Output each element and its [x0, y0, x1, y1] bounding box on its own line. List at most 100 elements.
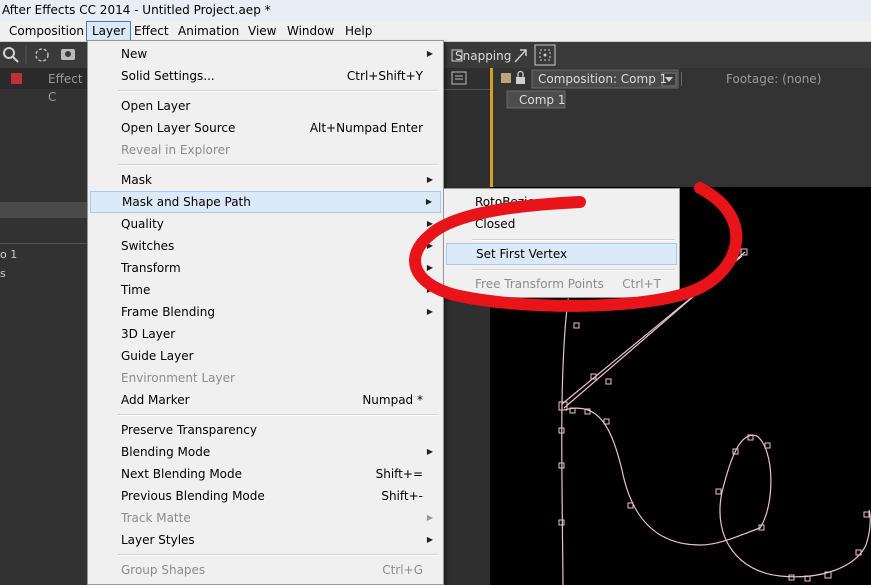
menu-item-add-marker[interactable]: Add Marker Numpad * [90, 389, 441, 411]
submenu-arrow-icon: ▶ [426, 535, 433, 544]
menu-item-label: 3D Layer [121, 327, 176, 341]
menu-item-guide-layer[interactable]: Guide Layer [90, 345, 441, 367]
menu-bar: Composition Layer Effect Animation View … [0, 21, 871, 42]
menu-layer[interactable]: Layer [86, 21, 132, 41]
menu-item-label: Next Blending Mode [121, 467, 243, 481]
snap-target-icon[interactable] [534, 44, 556, 66]
layer-menu: New ▶ Solid Settings... Ctrl+Shift+Y Open La… [87, 40, 444, 585]
submenu-arrow-icon: ▶ [426, 49, 433, 58]
mask-shape-path-submenu: RotoBezier Closed Set First Vertex Free Tra… [443, 188, 680, 298]
submenu-item-set-first-vertex[interactable]: Set First Vertex [446, 243, 677, 265]
menu-item-open-layer-source[interactable]: Open Layer Source Alt+Numpad Enter [90, 117, 441, 139]
menu-item-label: New [121, 47, 148, 61]
submenu-item-closed[interactable]: Closed [446, 213, 677, 235]
submenu-arrow-icon: ▶ [426, 513, 433, 522]
menu-item-time[interactable]: Time ▶ [90, 279, 441, 301]
lock-icon[interactable] [516, 70, 525, 85]
menu-item-environment-layer[interactable]: Environment Layer [90, 367, 441, 389]
search-tool-icon[interactable] [3, 47, 19, 63]
menu-item-shortcut: Shift+- [381, 489, 423, 503]
menu-item-label: Environment Layer [121, 371, 235, 385]
submenu-arrow-icon: ▶ [426, 241, 433, 250]
menu-item-label: Group Shapes [121, 563, 206, 577]
menu-animation[interactable]: Animation [173, 21, 244, 41]
menu-item-shortcut: Ctrl+G [382, 563, 423, 577]
menu-item-blending-mode[interactable]: Blending Mode ▶ [90, 441, 441, 463]
menu-item-track-matte[interactable]: Track Matte ▶ [90, 507, 441, 529]
footage-tab[interactable]: Footage: (none) [726, 70, 821, 88]
menu-item-shortcut: Alt+Numpad Enter [309, 121, 423, 135]
snap-feather-icon[interactable] [514, 49, 527, 63]
snapping-label: Snapping [455, 49, 511, 63]
menu-item-3d-layer[interactable]: 3D Layer [90, 323, 441, 345]
menu-item-next-blending-mode[interactable]: Next Blending Mode Shift+= [90, 463, 441, 485]
menu-effect[interactable]: Effect [129, 21, 174, 41]
menu-item-previous-blending-mode[interactable]: Previous Blending Mode Shift+- [90, 485, 441, 507]
submenu-item-label: Closed [475, 217, 516, 231]
menu-item-shortcut: Shift+= [375, 467, 423, 481]
submenu-item-free-transform-points[interactable]: Free Transform Points Ctrl+T [446, 273, 677, 295]
menu-help[interactable]: Help [340, 21, 377, 41]
effect-controls-panel: Effect C o 1 s [0, 68, 88, 585]
layer-item-label-2: s [0, 267, 6, 280]
submenu-item-label: Free Transform Points [475, 277, 604, 291]
menu-item-mask-and-shape-path[interactable]: Mask and Shape Path ▶ [90, 191, 441, 213]
submenu-arrow-icon: ▶ [426, 285, 433, 294]
submenu-arrow-icon: ▶ [425, 197, 432, 206]
menu-item-frame-blending[interactable]: Frame Blending ▶ [90, 301, 441, 323]
menu-item-label: Layer Styles [121, 533, 195, 547]
layer-item-label: o 1 [0, 248, 18, 261]
submenu-item-label: Set First Vertex [476, 247, 568, 261]
submenu-item-rotobezier[interactable]: RotoBezier [446, 191, 677, 213]
submenu-item-label: RotoBezier [475, 195, 540, 209]
menu-item-label: Add Marker [121, 393, 190, 407]
effect-controls-tab[interactable]: Effect C [48, 70, 88, 106]
menu-composition[interactable]: Composition [4, 21, 89, 41]
menu-item-label: Previous Blending Mode [121, 489, 265, 503]
menu-item-label: Frame Blending [121, 305, 215, 319]
menu-item-solid-settings[interactable]: Solid Settings... Ctrl+Shift+Y [90, 65, 441, 87]
menu-separator [118, 414, 439, 416]
menu-item-quality[interactable]: Quality ▶ [90, 213, 441, 235]
menu-item-reveal-in-explorer[interactable]: Reveal in Explorer [90, 139, 441, 161]
menu-item-group-shapes[interactable]: Group Shapes Ctrl+G [90, 559, 441, 581]
menu-item-shortcut: Numpad * [362, 393, 423, 407]
menu-item-preserve-transparency[interactable]: Preserve Transparency [90, 419, 441, 441]
menu-item-open-layer[interactable]: Open Layer [90, 95, 441, 117]
menu-separator [472, 269, 675, 271]
menu-item-label: Quality [121, 217, 164, 231]
window-title: After Effects CC 2014 - Untitled Project… [2, 3, 271, 17]
active-panel-highlight [490, 68, 493, 187]
menu-item-label: Open Layer Source [121, 121, 236, 135]
menu-view[interactable]: View [243, 21, 281, 41]
menu-item-label: Mask and Shape Path [122, 195, 251, 209]
menu-item-label: Blending Mode [121, 445, 211, 459]
panel-gutter [444, 68, 490, 585]
panel-divider [0, 202, 88, 218]
rotate-tool-icon[interactable] [35, 48, 49, 62]
menu-item-mask[interactable]: Mask ▶ [90, 169, 441, 191]
menu-item-transform[interactable]: Transform ▶ [90, 257, 441, 279]
comp-color-label [501, 73, 511, 83]
composition-tab[interactable]: Composition: Comp 1 [538, 70, 667, 88]
menu-item-switches[interactable]: Switches ▶ [90, 235, 441, 257]
menu-separator [118, 554, 439, 556]
menu-item-label: Switches [121, 239, 175, 253]
menu-separator [118, 164, 439, 166]
panel-menu-icon[interactable] [451, 71, 467, 85]
comp-breadcrumb[interactable]: Comp 1 [519, 91, 565, 109]
menu-item-shortcut: Ctrl+Shift+Y [346, 69, 423, 83]
menu-separator [472, 239, 675, 241]
menu-item-label: Track Matte [121, 511, 191, 525]
camera-tool-icon[interactable] [61, 49, 75, 60]
panel-color-label [11, 73, 22, 84]
menu-window[interactable]: Window [282, 21, 339, 41]
submenu-arrow-icon: ▶ [426, 447, 433, 456]
menu-item-label: Solid Settings... [121, 69, 215, 83]
menu-item-label: Open Layer [121, 99, 191, 113]
menu-item-layer-styles[interactable]: Layer Styles ▶ [90, 529, 441, 551]
submenu-arrow-icon: ▶ [426, 263, 433, 272]
menu-item-label: Reveal in Explorer [121, 143, 230, 157]
menu-item-new[interactable]: New ▶ [90, 43, 441, 65]
menu-item-label: Preserve Transparency [121, 423, 257, 437]
